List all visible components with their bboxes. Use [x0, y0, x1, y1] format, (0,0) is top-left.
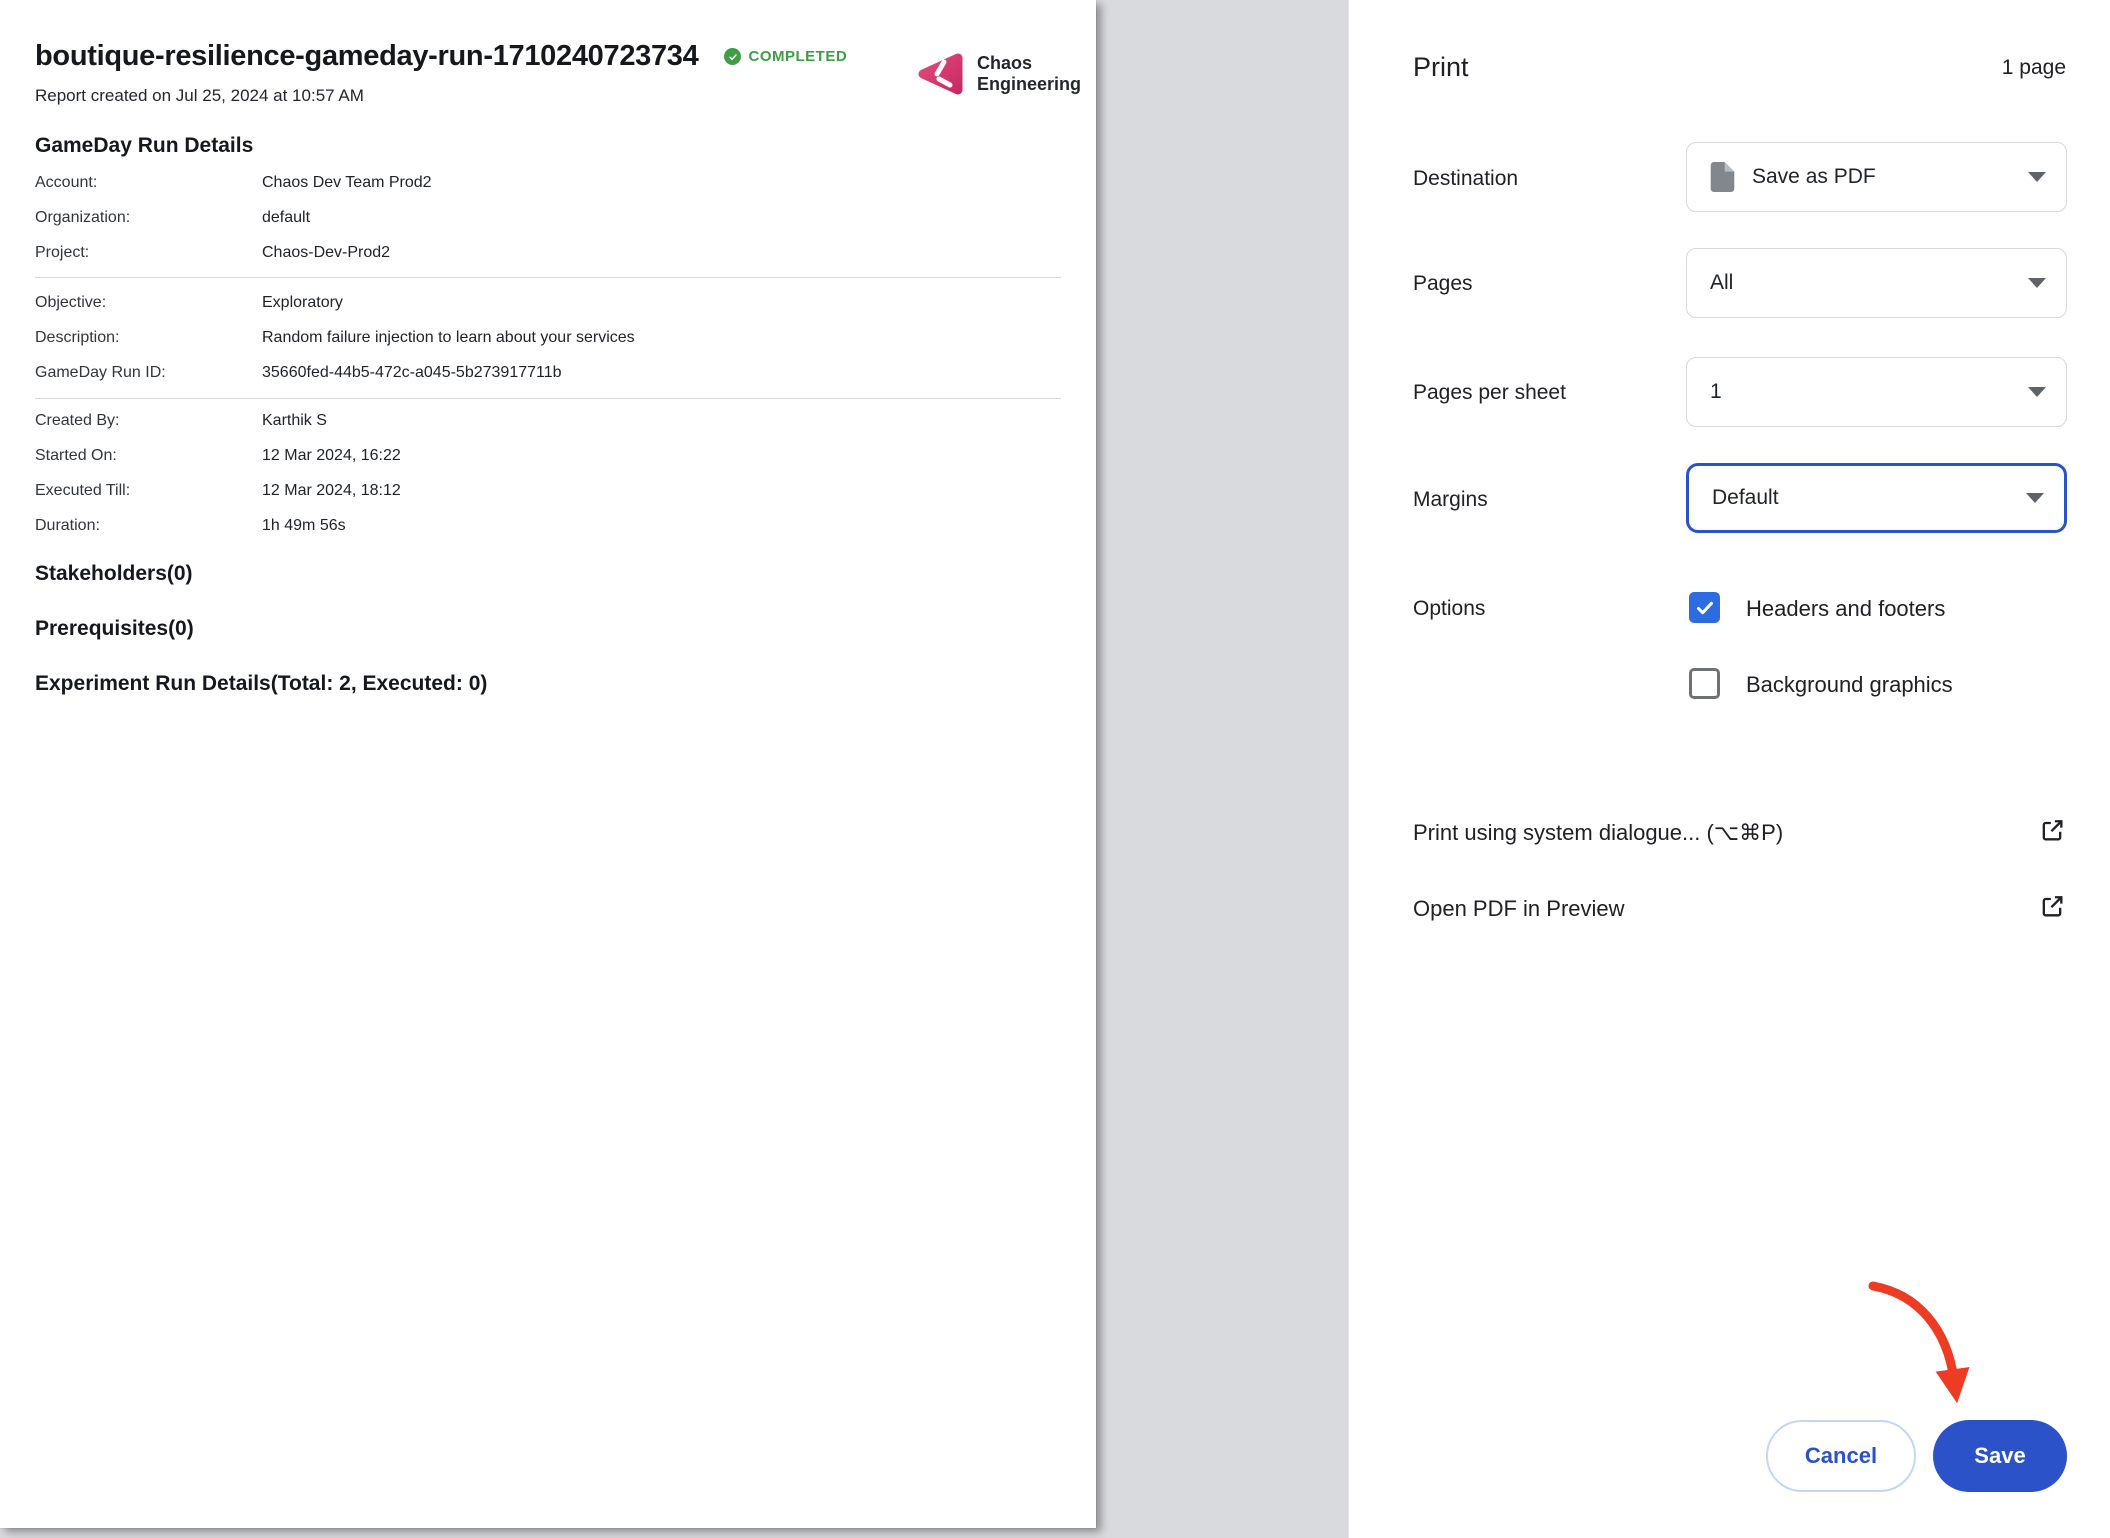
- pages-per-sheet-select[interactable]: 1: [1686, 357, 2067, 427]
- section-gameday-run-details: GameDay Run Details: [35, 134, 253, 158]
- cancel-button[interactable]: Cancel: [1766, 1420, 1916, 1492]
- print-dialog-title: Print: [1413, 52, 1469, 83]
- open-pdf-preview-row[interactable]: Open PDF in Preview: [1413, 892, 2066, 932]
- headers-footers-checkbox[interactable]: [1689, 592, 1720, 623]
- detail-label: Account:: [35, 174, 262, 192]
- red-curved-arrow: [1857, 1268, 1987, 1418]
- chevron-down-icon: [2026, 493, 2044, 503]
- open-external-icon: [2038, 816, 2066, 844]
- detail-value: 12 Mar 2024, 16:22: [262, 447, 401, 465]
- detail-label: Created By:: [35, 412, 262, 430]
- detail-label: Duration:: [35, 517, 262, 535]
- detail-label: Organization:: [35, 209, 262, 227]
- pages-value: All: [1710, 271, 1733, 295]
- chevron-down-icon: [2028, 387, 2046, 397]
- detail-label: Executed Till:: [35, 482, 262, 500]
- detail-label: GameDay Run ID:: [35, 364, 262, 382]
- detail-label: Project:: [35, 244, 262, 262]
- destination-value: Save as PDF: [1752, 165, 1876, 189]
- status-badge: COMPLETED: [724, 48, 847, 65]
- detail-label: Started On:: [35, 447, 262, 465]
- detail-value: 12 Mar 2024, 18:12: [262, 482, 401, 500]
- report-page-preview: boutique-resilience-gameday-run-17102407…: [0, 0, 1096, 1528]
- detail-row-duration: Duration: 1h 49m 56s: [35, 517, 346, 535]
- detail-row-gameday-run-id: GameDay Run ID: 35660fed-44b5-472c-a045-…: [35, 364, 562, 382]
- detail-row-description: Description: Random failure injection to…: [35, 329, 635, 347]
- margins-select[interactable]: Default: [1686, 463, 2067, 533]
- detail-row-started-on: Started On: 12 Mar 2024, 16:22: [35, 447, 401, 465]
- pages-per-sheet-label: Pages per sheet: [1413, 381, 1566, 405]
- section-stakeholders: Stakeholders(0): [35, 562, 193, 586]
- section-prerequisites: Prerequisites(0): [35, 617, 194, 641]
- save-button[interactable]: Save: [1933, 1420, 2067, 1492]
- chevron-down-icon: [2028, 172, 2046, 182]
- logo-line2: Engineering: [977, 74, 1081, 95]
- margins-value: Default: [1712, 486, 1779, 510]
- detail-value: 1h 49m 56s: [262, 517, 346, 535]
- divider: [35, 398, 1061, 399]
- detail-value: Random failure injection to learn about …: [262, 329, 635, 347]
- page-count: 1 page: [2002, 56, 2066, 80]
- detail-label: Objective:: [35, 294, 262, 312]
- logo-text: Chaos Engineering: [977, 53, 1081, 95]
- report-title: boutique-resilience-gameday-run-17102407…: [35, 40, 698, 73]
- detail-value: Chaos-Dev-Prod2: [262, 244, 390, 262]
- detail-row-project: Project: Chaos-Dev-Prod2: [35, 244, 390, 262]
- check-circle-icon: [724, 48, 741, 65]
- print-system-dialog-label: Print using system dialogue... (⌥⌘P): [1413, 820, 1783, 846]
- pages-select[interactable]: All: [1686, 248, 2067, 318]
- detail-value: Chaos Dev Team Prod2: [262, 174, 432, 192]
- detail-value: Exploratory: [262, 294, 343, 312]
- chaos-engineering-logo: Chaos Engineering: [916, 50, 1081, 98]
- status-label: COMPLETED: [748, 48, 847, 65]
- open-external-icon: [2038, 892, 2066, 920]
- report-created-line: Report created on Jul 25, 2024 at 10:57 …: [35, 86, 364, 106]
- detail-value: 35660fed-44b5-472c-a045-5b273917711b: [262, 364, 562, 382]
- print-dialog-panel: Print 1 page Destination Save as PDF Pag…: [1348, 0, 2110, 1538]
- detail-value: default: [262, 209, 310, 227]
- chaos-engineering-logo-icon: [916, 50, 966, 98]
- destination-select[interactable]: Save as PDF: [1686, 142, 2067, 212]
- options-label: Options: [1413, 597, 1485, 621]
- destination-label: Destination: [1413, 167, 1518, 191]
- chevron-down-icon: [2028, 278, 2046, 288]
- margins-label: Margins: [1413, 488, 1488, 512]
- pages-label: Pages: [1413, 272, 1473, 296]
- print-preview-area: boutique-resilience-gameday-run-17102407…: [0, 0, 1348, 1538]
- background-graphics-label: Background graphics: [1746, 672, 1953, 698]
- logo-line1: Chaos: [977, 53, 1081, 74]
- detail-row-account: Account: Chaos Dev Team Prod2: [35, 174, 432, 192]
- detail-row-organization: Organization: default: [35, 209, 310, 227]
- detail-label: Description:: [35, 329, 262, 347]
- open-pdf-preview-label: Open PDF in Preview: [1413, 896, 1625, 922]
- detail-row-executed-till: Executed Till: 12 Mar 2024, 18:12: [35, 482, 401, 500]
- detail-row-created-by: Created By: Karthik S: [35, 412, 327, 430]
- checkmark-icon: [1693, 596, 1717, 620]
- section-experiment-run-details: Experiment Run Details(Total: 2, Execute…: [35, 672, 487, 696]
- background-graphics-checkbox[interactable]: [1689, 668, 1720, 699]
- print-system-dialog-row[interactable]: Print using system dialogue... (⌥⌘P): [1413, 816, 2066, 856]
- headers-footers-label: Headers and footers: [1746, 596, 1945, 622]
- detail-value: Karthik S: [262, 412, 327, 430]
- pages-per-sheet-value: 1: [1710, 380, 1722, 404]
- divider: [35, 277, 1061, 278]
- report-header: boutique-resilience-gameday-run-17102407…: [35, 40, 847, 73]
- pdf-file-icon: [1710, 162, 1735, 192]
- detail-row-objective: Objective: Exploratory: [35, 294, 343, 312]
